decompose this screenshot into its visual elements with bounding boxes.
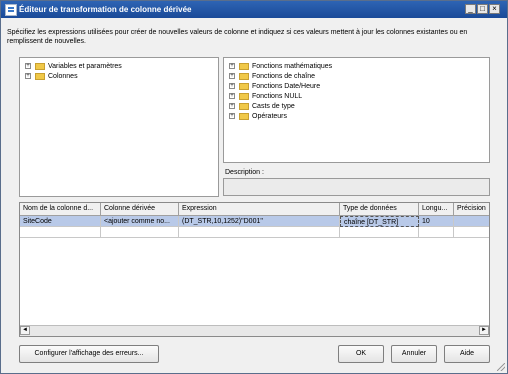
ok-button[interactable]: OK bbox=[338, 345, 384, 363]
app-icon bbox=[5, 4, 17, 16]
empty-cell[interactable] bbox=[454, 227, 489, 238]
column-header-length[interactable]: Longu... bbox=[419, 203, 454, 216]
folder-icon bbox=[239, 93, 249, 100]
expand-icon[interactable]: + bbox=[229, 113, 235, 119]
cell-expression[interactable]: (DT_STR,10,1252)"D001" bbox=[179, 216, 340, 227]
expand-icon[interactable]: + bbox=[229, 73, 235, 79]
tree-item-label: Fonctions NULL bbox=[252, 93, 303, 100]
expand-icon[interactable]: + bbox=[229, 63, 235, 69]
table-row[interactable]: SiteCode <ajouter comme no... (DT_STR,10… bbox=[20, 216, 489, 227]
help-button[interactable]: Aide bbox=[444, 345, 490, 363]
resize-grip-icon[interactable] bbox=[497, 363, 505, 371]
folder-icon bbox=[239, 73, 249, 80]
column-header-name[interactable]: Nom de la colonne d... bbox=[20, 203, 101, 216]
expand-icon[interactable]: + bbox=[229, 93, 235, 99]
cell-data-type[interactable]: chaîne [DT_STR] bbox=[340, 216, 419, 227]
empty-cell[interactable] bbox=[101, 227, 179, 238]
expand-icon[interactable]: + bbox=[25, 63, 31, 69]
variables-columns-tree[interactable]: + Variables et paramètres + Colonnes bbox=[19, 57, 219, 197]
functions-tree[interactable]: + Fonctions mathématiques + Fonctions de… bbox=[223, 57, 490, 163]
close-button[interactable]: × bbox=[489, 4, 500, 14]
expand-icon[interactable]: + bbox=[25, 73, 31, 79]
column-header-precision[interactable]: Précision bbox=[454, 203, 489, 216]
cell-precision[interactable] bbox=[454, 216, 489, 227]
folder-icon bbox=[239, 113, 249, 120]
cell-length[interactable]: 10 bbox=[419, 216, 454, 227]
folder-icon bbox=[239, 103, 249, 110]
folder-icon bbox=[35, 73, 45, 80]
window-title: Éditeur de transformation de colonne dér… bbox=[19, 5, 192, 14]
empty-cell[interactable] bbox=[179, 227, 340, 238]
tree-item-label: Opérateurs bbox=[252, 113, 288, 120]
tree-item-label: Casts de type bbox=[252, 103, 295, 110]
column-header-expression[interactable]: Expression bbox=[179, 203, 340, 216]
column-header-data-type[interactable]: Type de données bbox=[340, 203, 419, 216]
empty-cell[interactable] bbox=[20, 227, 101, 238]
empty-cell[interactable] bbox=[419, 227, 454, 238]
maximize-button[interactable]: □ bbox=[477, 4, 488, 14]
configure-errors-button[interactable]: Configurer l'affichage des erreurs... bbox=[19, 345, 159, 363]
cell-column-name[interactable]: SiteCode bbox=[20, 216, 101, 227]
tree-item-label: Fonctions mathématiques bbox=[252, 63, 333, 70]
expand-icon[interactable]: + bbox=[229, 83, 235, 89]
column-header-derived[interactable]: Colonne dérivée bbox=[101, 203, 179, 216]
expand-icon[interactable]: + bbox=[229, 103, 235, 109]
cancel-button[interactable]: Annuler bbox=[391, 345, 437, 363]
dialog-window: Éditeur de transformation de colonne dér… bbox=[0, 0, 508, 374]
folder-icon bbox=[239, 63, 249, 70]
new-row[interactable] bbox=[20, 227, 489, 238]
tree-item-label: Colonnes bbox=[48, 73, 78, 80]
instructions-text: Spécifiez les expressions utilisées pour… bbox=[7, 29, 468, 45]
folder-icon bbox=[239, 83, 249, 90]
empty-cell[interactable] bbox=[340, 227, 419, 238]
tree-item-label: Fonctions Date/Heure bbox=[252, 83, 321, 90]
tree-item-label: Variables et paramètres bbox=[48, 63, 122, 70]
tree-item-label: Fonctions de chaîne bbox=[252, 73, 316, 80]
scroll-right-icon[interactable]: ► bbox=[479, 326, 489, 335]
grid-header: Nom de la colonne d... Colonne dérivée E… bbox=[20, 203, 489, 216]
horizontal-scrollbar[interactable]: ◄ ► bbox=[20, 325, 489, 336]
description-label: Description : bbox=[225, 169, 264, 176]
folder-icon bbox=[35, 63, 45, 70]
description-box bbox=[223, 178, 490, 196]
derived-columns-grid[interactable]: Nom de la colonne d... Colonne dérivée E… bbox=[19, 202, 490, 337]
title-bar[interactable]: Éditeur de transformation de colonne dér… bbox=[1, 1, 507, 18]
cell-derived-column[interactable]: <ajouter comme no... bbox=[101, 216, 179, 227]
minimize-button[interactable]: _ bbox=[465, 4, 476, 14]
scroll-left-icon[interactable]: ◄ bbox=[20, 326, 30, 335]
